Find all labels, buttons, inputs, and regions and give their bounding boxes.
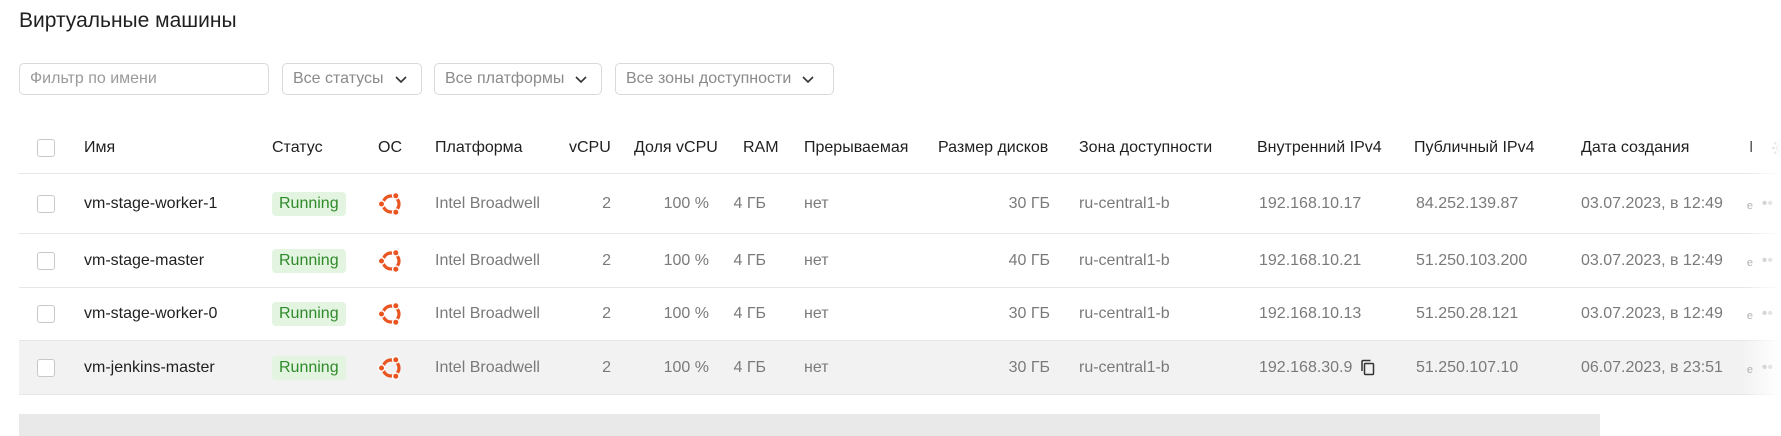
ram-cell: 4 ГБ [733,358,766,376]
platform-cell: Intel Broadwell [435,358,540,376]
platform-cell: Intel Broadwell [435,194,540,212]
copy-icon[interactable] [1360,359,1375,376]
zone-filter-select[interactable]: Все зоны доступности [615,63,834,95]
created-cell: 03.07.2023, в 12:49 [1581,305,1723,322]
row-checkbox[interactable] [37,194,55,213]
col-preemptible-header[interactable]: Прерываемая [804,122,908,173]
row-checkbox[interactable] [37,251,55,270]
cpu-share-cell: 100 % [663,194,709,212]
disk-size-cell: 30 ГБ [1008,194,1050,212]
more-icon[interactable]: ₑ •• [1747,234,1773,287]
row-checkbox[interactable] [37,305,55,323]
vm-name[interactable]: vm-stage-worker-0 [84,288,217,340]
public-ip-cell: 51.250.107.10 [1416,358,1519,376]
cpu-share-cell: 100 % [663,305,709,322]
zone-cell: ru-central1-b [1079,305,1170,322]
chevron-down-icon [575,76,587,84]
status-filter-value: Все статусы [293,70,384,87]
preemptible-cell: нет [804,358,829,376]
preemptible-cell: нет [804,251,829,269]
ubuntu-icon [377,301,401,327]
vcpu-cell: 2 [602,358,611,376]
col-zone-header[interactable]: Зона доступности [1079,122,1212,173]
platform-cell: Intel Broadwell [435,251,540,269]
table-row[interactable]: vm-stage-worker-0 Running Intel Broadwel… [19,288,1781,341]
public-ip-cell: 51.250.28.121 [1416,305,1519,322]
ram-cell: 4 ГБ [733,251,766,269]
created-cell: 03.07.2023, в 12:49 [1581,251,1723,269]
table-settings-button[interactable] [1771,122,1781,173]
gear-icon [1772,139,1781,156]
zone-filter-value: Все зоны доступности [626,70,792,87]
col-status-header[interactable]: Статус [272,122,323,173]
chevron-down-icon [394,76,407,84]
table-row[interactable]: vm-stage-master Running Intel Broadwell … [19,234,1781,288]
public-ip-cell: 51.250.103.200 [1416,251,1528,269]
horizontal-scrollbar[interactable] [19,414,1600,436]
ram-cell: 4 ГБ [733,305,766,322]
col-vcpu-header[interactable]: vCPU [569,122,611,173]
more-icon[interactable]: ₑ •• [1747,341,1773,394]
preemptible-cell: нет [804,194,829,212]
internal-ip-cell: 192.168.30.9 [1259,358,1353,376]
chevron-down-icon [802,76,814,84]
select-all-checkbox[interactable] [37,138,55,157]
col-platform-header[interactable]: Платформа [435,122,523,173]
vm-name[interactable]: vm-jenkins-master [84,341,215,394]
status-badge: Running [272,248,346,273]
ubuntu-icon [377,355,401,380]
vm-name[interactable]: vm-stage-master [84,234,204,287]
vm-name[interactable]: vm-stage-worker-1 [84,174,217,233]
page-title: Виртуальные машины [19,9,237,32]
ram-cell: 4 ГБ [733,194,766,212]
table-row[interactable]: vm-stage-worker-1 Running Intel Broadwel… [19,174,1781,234]
internal-ip-cell: 192.168.10.17 [1259,194,1362,212]
status-badge: Running [272,191,346,216]
col-public-ip-header[interactable]: Публичный IPv4 [1414,122,1534,173]
col-cpu-share-header[interactable]: Доля vCPU [634,122,718,173]
status-badge: Running [272,302,346,326]
created-cell: 03.07.2023, в 12:49 [1581,194,1723,212]
disk-size-cell: 30 ГБ [1008,305,1050,322]
col-created-header[interactable]: Дата создания [1581,122,1689,173]
col-internal-ip-header[interactable]: Внутренний IPv4 [1257,122,1382,173]
zone-cell: ru-central1-b [1079,251,1170,269]
platform-filter-select[interactable]: Все платформы [434,63,602,95]
col-ram-header[interactable]: RAM [743,122,779,173]
table-row[interactable]: vm-jenkins-master Running Intel Broadwel… [19,341,1781,395]
more-icon[interactable]: ₑ •• [1747,174,1773,233]
ubuntu-icon [377,191,401,216]
status-filter-select[interactable]: Все статусы [282,63,422,95]
col-name-header[interactable]: Имя [84,122,115,173]
col-extra-header: I [1749,138,1754,156]
created-cell: 06.07.2023, в 23:51 [1581,358,1723,376]
vcpu-cell: 2 [602,251,611,269]
disk-size-cell: 40 ГБ [1008,251,1050,269]
vcpu-cell: 2 [602,305,611,322]
platform-cell: Intel Broadwell [435,305,540,322]
cpu-share-cell: 100 % [663,251,709,269]
preemptible-cell: нет [804,305,829,322]
more-icon[interactable]: ₑ •• [1747,288,1773,340]
cpu-share-cell: 100 % [663,358,709,376]
col-os-header[interactable]: ОС [378,122,402,173]
status-badge: Running [272,355,346,380]
table-header: Имя Статус ОС Платформа vCPU Доля vCPU R… [19,122,1781,174]
zone-cell: ru-central1-b [1079,358,1170,376]
internal-ip-cell: 192.168.10.13 [1259,305,1362,322]
public-ip-cell: 84.252.139.87 [1416,194,1519,212]
row-checkbox[interactable] [37,358,55,377]
ubuntu-icon [377,248,401,273]
platform-filter-value: Все платформы [445,70,565,87]
disk-size-cell: 30 ГБ [1008,358,1050,376]
vcpu-cell: 2 [602,194,611,212]
col-disk-size-header[interactable]: Размер дисков [938,122,1048,173]
zone-cell: ru-central1-b [1079,194,1170,212]
internal-ip-cell: 192.168.10.21 [1259,251,1362,269]
name-filter-input[interactable] [19,63,269,95]
